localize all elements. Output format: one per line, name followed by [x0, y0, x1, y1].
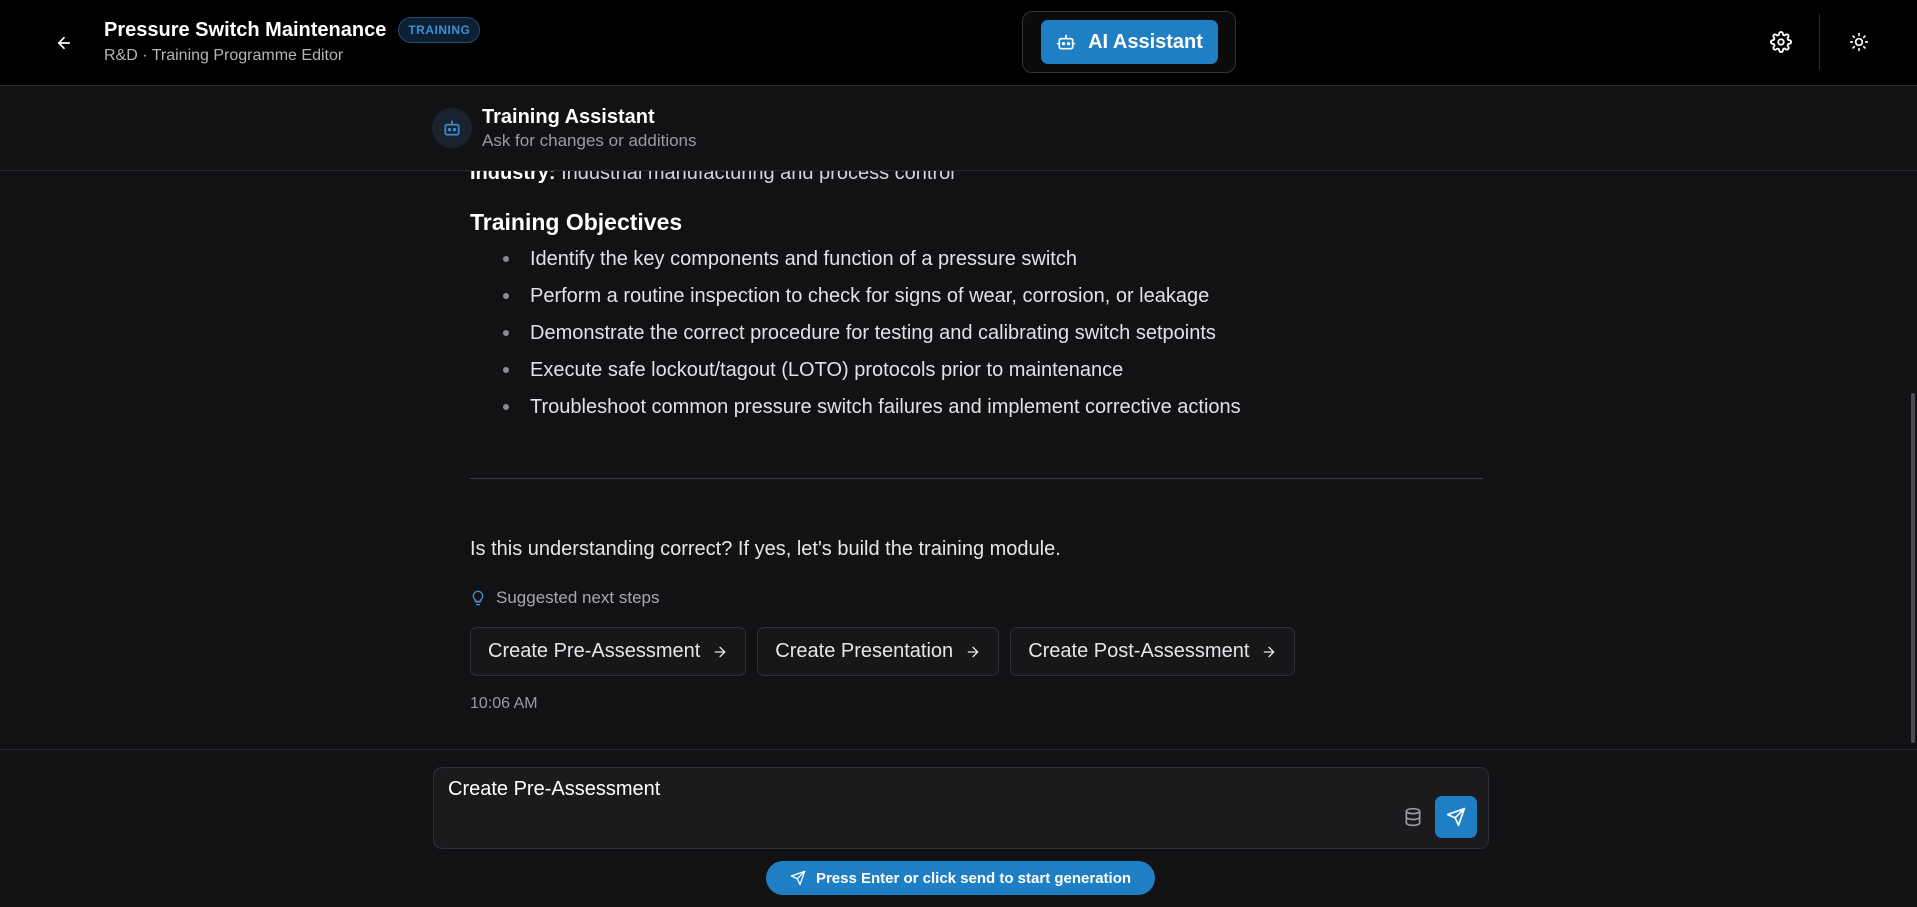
chip-label: Create Presentation	[775, 640, 954, 662]
send-hint-text: Press Enter or click send to start gener…	[815, 869, 1132, 887]
input-footer: Press Enter or click send to start gener…	[0, 749, 1917, 907]
message-divider	[470, 478, 1483, 479]
send-icon	[790, 870, 806, 886]
arrow-right-icon	[714, 646, 726, 657]
objectives-heading: Training Objectives	[470, 209, 683, 235]
header-divider	[1819, 14, 1820, 70]
database-icon	[1405, 807, 1421, 827]
chat-scrollbar[interactable]	[1908, 171, 1917, 749]
chip-label: Create Pre-Assessment	[488, 640, 701, 662]
arrow-right-icon	[1264, 646, 1275, 657]
title-block: Pressure Switch Maintenance TRAINING R&D…	[104, 17, 481, 65]
arrow-right-icon	[967, 646, 979, 657]
back-button[interactable]	[50, 29, 78, 57]
send-button[interactable]	[1435, 796, 1477, 838]
ai-assistant-label: AI Assistant	[1088, 30, 1203, 53]
send-icon	[1446, 807, 1466, 827]
list-item: Troubleshoot common pressure switch fail…	[470, 396, 1241, 433]
scrollbar-thumb[interactable]	[1911, 393, 1915, 743]
list-item: Execute safe lockout/tagout (LOTO) proto…	[470, 359, 1241, 396]
industry-label: Industry:	[470, 171, 556, 184]
industry-value: Industrial manufacturing and process con…	[561, 171, 955, 184]
settings-button[interactable]	[1767, 28, 1795, 56]
bot-icon	[444, 120, 460, 136]
message-composer	[433, 767, 1489, 849]
bot-icon	[1056, 34, 1076, 50]
chip-label: Create Post-Assessment	[1028, 640, 1250, 662]
assistant-header: Training Assistant Ask for changes or ad…	[0, 86, 1917, 171]
chat-messages[interactable]: Industry: Industrial manufacturing and p…	[0, 171, 1917, 749]
assistant-name: Training Assistant	[482, 106, 655, 128]
create-presentation-button[interactable]: Create Presentation	[757, 627, 1000, 676]
suggested-steps-label: Suggested next steps	[470, 588, 660, 608]
theme-toggle-button[interactable]	[1845, 28, 1873, 56]
assistant-avatar	[432, 108, 472, 148]
list-item: Identify the key components and function…	[470, 248, 1241, 285]
page-subtitle: R&D · Training Programme Editor	[104, 47, 344, 64]
industry-line: Industry: Industrial manufacturing and p…	[470, 171, 955, 185]
sun-icon	[1849, 32, 1869, 52]
list-item: Demonstrate the correct procedure for te…	[470, 322, 1241, 359]
page-title: Pressure Switch Maintenance	[104, 18, 387, 41]
objectives-list: Identify the key components and function…	[470, 248, 1241, 433]
send-hint: Press Enter or click send to start gener…	[766, 861, 1155, 895]
ai-assistant-button[interactable]: AI Assistant	[1041, 20, 1218, 64]
status-badge: TRAINING	[398, 17, 481, 43]
create-post-assessment-button[interactable]: Create Post-Assessment	[1010, 627, 1296, 676]
database-button[interactable]	[1400, 804, 1426, 830]
top-bar: Pressure Switch Maintenance TRAINING R&D…	[0, 0, 1917, 86]
lightbulb-icon	[472, 590, 484, 606]
arrow-left-icon	[57, 36, 71, 50]
gear-icon	[1770, 31, 1792, 53]
create-pre-assessment-button[interactable]: Create Pre-Assessment	[470, 627, 747, 676]
message-input[interactable]	[448, 778, 1348, 801]
confirmation-question: Is this understanding correct? If yes, l…	[470, 538, 1061, 560]
list-item: Perform a routine inspection to check fo…	[470, 285, 1241, 322]
suggestion-chips: Create Pre-Assessment Create Presentatio…	[470, 627, 1296, 676]
ai-assistant-toggle-group: AI Assistant	[1022, 11, 1236, 73]
message-timestamp: 10:06 AM	[470, 695, 538, 712]
assistant-subtitle: Ask for changes or additions	[482, 131, 697, 150]
suggested-steps-text: Suggested next steps	[496, 588, 660, 607]
